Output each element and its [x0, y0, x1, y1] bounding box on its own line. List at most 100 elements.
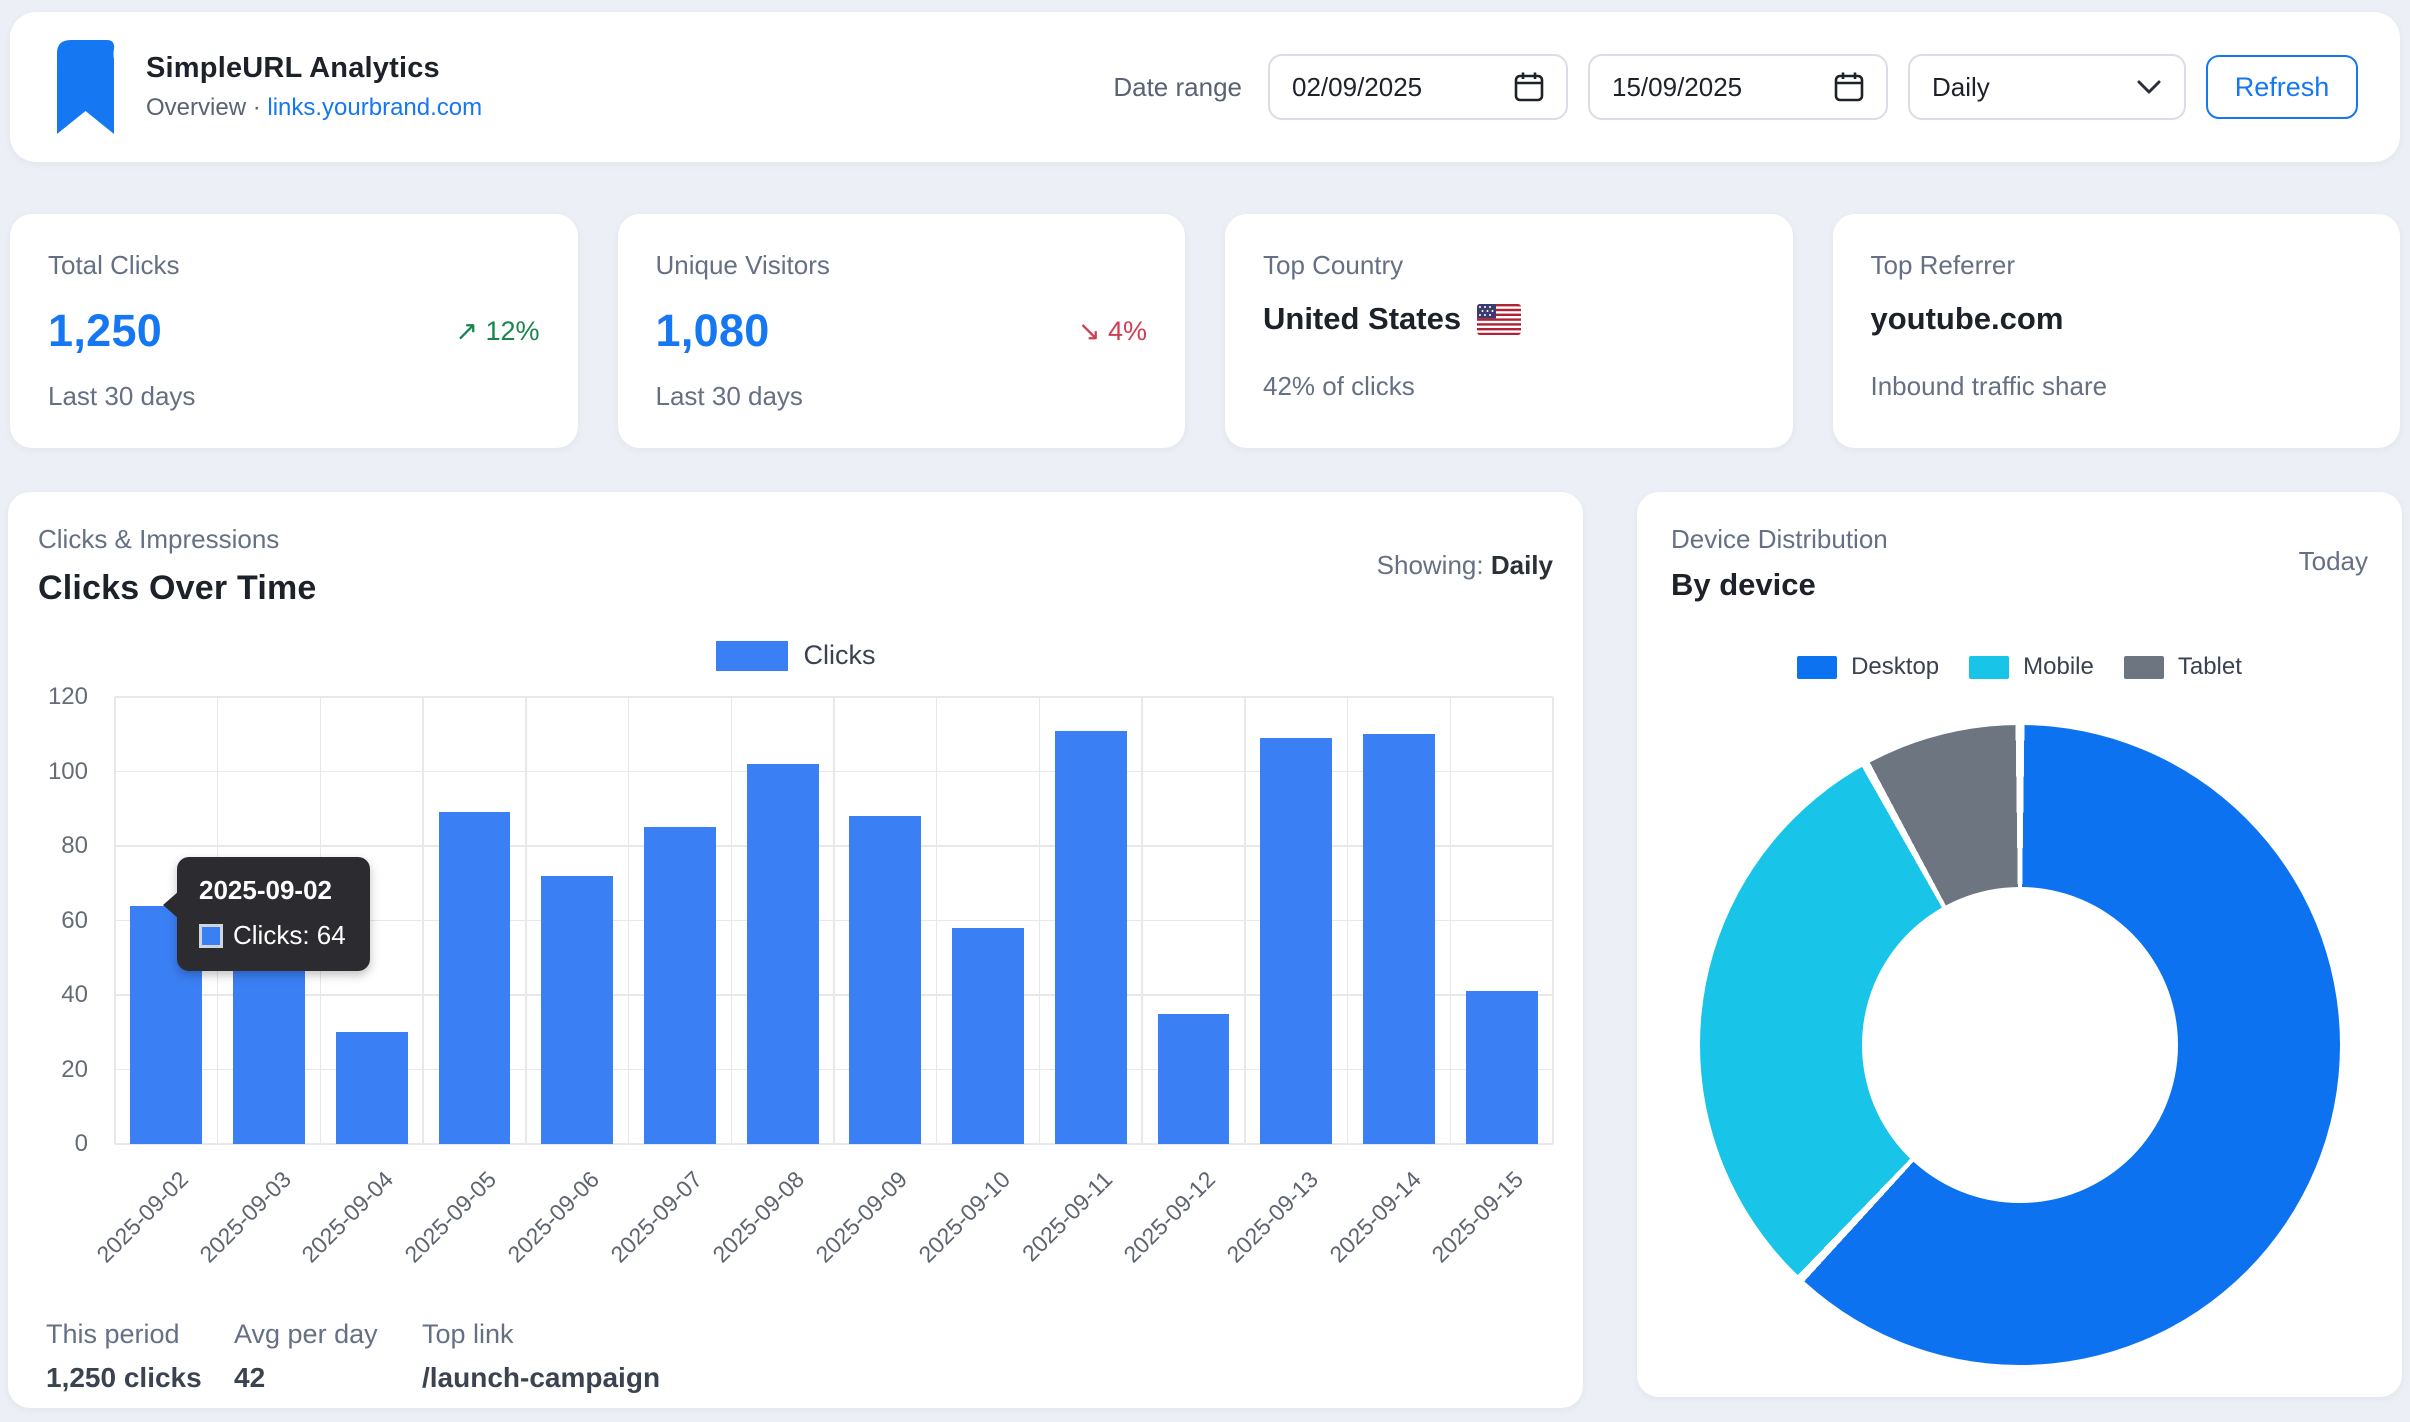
- footer-stat-value: 42: [234, 1362, 402, 1394]
- x-tick-label: 2025-09-02: [91, 1166, 193, 1268]
- granularity-value: Daily: [1932, 72, 1990, 103]
- desktop-legend-label: Desktop: [1851, 653, 1939, 681]
- refresh-button[interactable]: Refresh: [2206, 55, 2358, 119]
- bar-2025-09-08[interactable]: [747, 764, 819, 1144]
- bar-2025-09-05[interactable]: [439, 812, 511, 1144]
- bar-2025-09-15[interactable]: [1466, 991, 1538, 1144]
- trend-down-indicator: ↘ 4%: [1078, 316, 1147, 347]
- tablet-legend-label: Tablet: [2178, 653, 2242, 681]
- bar-chart-x-axis: 2025-09-022025-09-032025-09-042025-09-05…: [115, 1152, 1553, 1282]
- showing-label: Showing:: [1377, 550, 1484, 580]
- mobile-legend-swatch: [1969, 656, 2009, 679]
- x-tick-label: 2025-09-10: [913, 1166, 1015, 1268]
- showing-value: Daily: [1491, 550, 1553, 580]
- bar-2025-09-03[interactable]: [233, 965, 305, 1144]
- bar-chart: 020406080100120 2025-09-02 Clicks: 64 20…: [38, 697, 1553, 1297]
- y-tick-label: 100: [48, 758, 88, 786]
- bar-2025-09-04[interactable]: [336, 1032, 408, 1144]
- footer-stat-label: Top link: [422, 1319, 660, 1350]
- gridline: [1244, 697, 1246, 1144]
- x-tick-label: 2025-09-06: [502, 1166, 604, 1268]
- breadcrumb-separator: ·: [253, 94, 261, 121]
- tooltip-caret-icon: [163, 891, 179, 919]
- stat-value: United States: [1263, 301, 1521, 337]
- arrow-up-right-icon: ↗: [455, 316, 478, 346]
- stat-label: Total Clicks: [48, 250, 540, 281]
- calendar-icon[interactable]: [1514, 71, 1544, 103]
- domain-link[interactable]: links.yourbrand.com: [267, 94, 482, 121]
- date-from-value: 02/09/2025: [1292, 72, 1422, 103]
- x-tick-label: 2025-09-09: [810, 1166, 912, 1268]
- trend-up-indicator: ↗ 12%: [455, 316, 539, 347]
- date-range-label: Date range: [1113, 72, 1242, 103]
- device-period: Today: [2299, 546, 2368, 577]
- bar-2025-09-06[interactable]: [541, 876, 613, 1144]
- page-title: SimpleURL Analytics: [146, 52, 482, 85]
- bar-2025-09-07[interactable]: [644, 827, 716, 1144]
- gridline: [1039, 697, 1041, 1144]
- chart-title: Clicks Over Time: [38, 569, 317, 608]
- gridline: [731, 697, 733, 1144]
- granularity-select[interactable]: Daily: [1908, 54, 2186, 120]
- gridline: [833, 697, 835, 1144]
- y-tick-label: 80: [61, 832, 88, 860]
- gridline: [628, 697, 630, 1144]
- bar-2025-09-14[interactable]: [1363, 734, 1435, 1144]
- stat-label: Top Country: [1263, 250, 1755, 281]
- x-tick-label: 2025-09-04: [297, 1166, 399, 1268]
- stat-label: Top Referrer: [1871, 250, 2363, 281]
- bar-2025-09-12[interactable]: [1158, 1014, 1230, 1144]
- trend-value: 12%: [485, 316, 539, 346]
- date-to-input[interactable]: 15/09/2025: [1588, 54, 1888, 120]
- stat-value: 1,080: [656, 305, 770, 357]
- device-eyebrow: Device Distribution: [1671, 524, 1888, 555]
- donut-legend-item-mobile[interactable]: Mobile: [1969, 653, 2094, 681]
- tooltip-value: Clicks: 64: [233, 920, 346, 951]
- brand: SimpleURL Analytics Overview · links.you…: [52, 37, 482, 137]
- tablet-legend-swatch: [2124, 656, 2164, 679]
- bar-chart-legend: Clicks: [38, 640, 1553, 671]
- app-header: SimpleURL Analytics Overview · links.you…: [10, 12, 2400, 162]
- stat-card-top-referrer: Top Referrer youtube.com Inbound traffic…: [1833, 214, 2401, 448]
- donut-legend-item-tablet[interactable]: Tablet: [2124, 653, 2242, 681]
- x-tick-label: 2025-09-07: [605, 1166, 707, 1268]
- y-tick-label: 0: [75, 1130, 88, 1158]
- footer-stat-value: 1,250 clicks: [46, 1362, 214, 1394]
- bar-2025-09-10[interactable]: [952, 928, 1024, 1144]
- x-tick-label: 2025-09-15: [1427, 1166, 1529, 1268]
- clicks-legend-label[interactable]: Clicks: [804, 640, 876, 671]
- stat-value: youtube.com: [1871, 301, 2064, 337]
- x-tick-label: 2025-09-08: [708, 1166, 810, 1268]
- donut-legend-item-desktop[interactable]: Desktop: [1797, 653, 1939, 681]
- y-tick-label: 20: [61, 1056, 88, 1084]
- country-name: United States: [1263, 301, 1461, 337]
- y-tick-label: 40: [61, 981, 88, 1009]
- y-tick-label: 120: [48, 683, 88, 711]
- breadcrumb-overview: Overview: [146, 94, 246, 121]
- breadcrumb: Overview · links.yourbrand.com: [146, 94, 482, 122]
- bar-2025-09-09[interactable]: [849, 816, 921, 1144]
- gridline: [525, 697, 527, 1144]
- stat-card-unique-visitors: Unique Visitors 1,080 ↘ 4% Last 30 days: [618, 214, 1186, 448]
- clicks-legend-swatch[interactable]: [716, 641, 788, 671]
- x-tick-label: 2025-09-11: [1017, 1166, 1118, 1267]
- device-donut-chart[interactable]: [1700, 725, 2340, 1365]
- bar-2025-09-13[interactable]: [1260, 738, 1332, 1144]
- gridline: [1552, 697, 1554, 1144]
- footer-stat-value: /launch-campaign: [422, 1362, 660, 1394]
- bookmark-logo-icon: [52, 37, 118, 137]
- stat-subtext: Inbound traffic share: [1871, 371, 2363, 402]
- stat-subtext: Last 30 days: [656, 381, 1148, 412]
- stat-label: Unique Visitors: [656, 250, 1148, 281]
- tooltip-series-swatch: [199, 924, 223, 948]
- bar-2025-09-11[interactable]: [1055, 731, 1127, 1144]
- footer-stat-top-link: Top link /launch-campaign: [422, 1319, 680, 1394]
- mobile-legend-label: Mobile: [2023, 653, 2094, 681]
- calendar-icon[interactable]: [1834, 71, 1864, 103]
- device-title: By device: [1671, 567, 1888, 603]
- date-from-input[interactable]: 02/09/2025: [1268, 54, 1568, 120]
- chevron-down-icon: [2136, 79, 2162, 95]
- gridline: [114, 697, 116, 1144]
- gridline: [1141, 697, 1143, 1144]
- footer-stat-label: This period: [46, 1319, 214, 1350]
